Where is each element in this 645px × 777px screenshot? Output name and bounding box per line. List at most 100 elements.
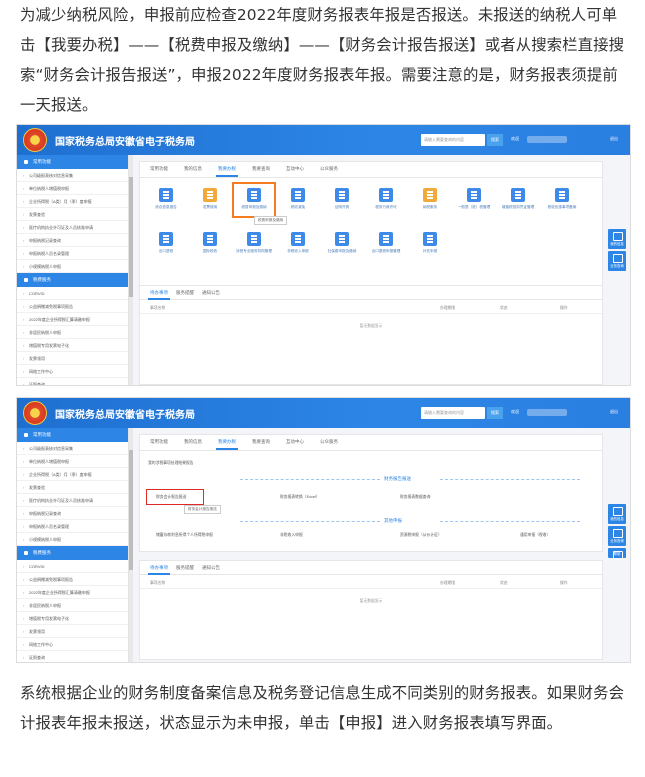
sidebar-item[interactable]: 发票领用 bbox=[17, 352, 128, 365]
icon-tax-service[interactable]: 纳税服务 bbox=[408, 188, 452, 210]
sidebar-item[interactable]: 非居民纳税人申报 bbox=[17, 599, 128, 612]
sidebar-item[interactable]: 公益捐赠减免税事项报告 bbox=[17, 573, 128, 586]
sidebar-scroll-thumb[interactable] bbox=[129, 177, 133, 297]
tab-common[interactable]: 常用功能 bbox=[150, 166, 168, 172]
tab-todo[interactable]: 待办事项 bbox=[148, 565, 170, 575]
sidebar-section-common[interactable]: 常用功能 bbox=[17, 428, 128, 442]
tab-my-info[interactable]: 我的信息 bbox=[184, 439, 202, 445]
link-resource-tax[interactable]: 资源税申报（从价计征） bbox=[400, 533, 442, 538]
search-input[interactable]: 请输入需要查询的内容 bbox=[421, 407, 485, 419]
sidebar-item[interactable]: 单位纳税人增值税申报 bbox=[17, 455, 128, 468]
link-nontax-revenue[interactable]: 非税收入申报 bbox=[280, 533, 303, 538]
sidebar-item[interactable]: 2022年度企业所得税汇算清缴申报 bbox=[17, 313, 128, 326]
sidebar-item[interactable]: 公司级报表核对信息采集 bbox=[17, 169, 128, 182]
link-financial-report-convert[interactable]: 财务报表转换（Excel） bbox=[280, 495, 320, 500]
tab-query[interactable]: 我要查询 bbox=[252, 439, 270, 445]
sidebar-item[interactable]: 申报纳税记录查询 bbox=[17, 507, 128, 520]
sidebar-item[interactable]: 网络工作中心 bbox=[17, 365, 128, 378]
sidebar-item[interactable]: CORVID bbox=[17, 560, 128, 573]
icon-refund-mgmt[interactable]: 一般退（抵）税管理 bbox=[452, 188, 496, 210]
icon-social-insurance[interactable]: 社保费申报及缴纳 bbox=[320, 232, 364, 254]
main-tabs: 常用功能 我的信息 我要办税 我要查询 互动中心 公众服务 bbox=[140, 435, 602, 451]
agency-icon bbox=[247, 232, 261, 246]
tab-reminders[interactable]: 服务提醒 bbox=[176, 290, 194, 296]
sidebar-item[interactable]: 证照查询 bbox=[17, 651, 128, 662]
icon-supplementary-filing[interactable]: 补充申报 bbox=[408, 232, 452, 254]
sidebar-section-services[interactable]: 税费服务 bbox=[17, 273, 128, 287]
float-button-query[interactable]: 业务查询 bbox=[608, 526, 626, 546]
float-button-myinfo[interactable]: 我的信息 bbox=[608, 504, 626, 524]
sidebar-item[interactable]: 申报纳税人员名录管理 bbox=[17, 520, 128, 533]
username-blurred bbox=[527, 409, 567, 416]
logout-link[interactable]: 退出 bbox=[610, 409, 618, 415]
tab-query[interactable]: 我要查询 bbox=[252, 166, 270, 172]
tab-interaction[interactable]: 互动中心 bbox=[286, 439, 304, 445]
sidebar-item[interactable]: 增值税专用发票电子化 bbox=[17, 612, 128, 625]
todo-panel: 待办事项 服务提醒 通知公告 事项名称 办理期限 状态 操作 暂无数据显示 bbox=[139, 560, 603, 660]
float-button-help[interactable]: 帮助 bbox=[608, 548, 626, 560]
sidebar-item[interactable]: 非居民纳税人申报 bbox=[17, 326, 128, 339]
tax-emblem-icon bbox=[23, 401, 47, 425]
sidebar-item[interactable]: 发票查验 bbox=[17, 208, 128, 221]
sidebar-item[interactable]: 医疗机构执业许可证及人员核准申请 bbox=[17, 221, 128, 234]
icon-tax-relief[interactable]: 税收减免 bbox=[276, 188, 320, 210]
sidebar-item[interactable]: 申报纳税记录查询 bbox=[17, 234, 128, 247]
sidebar-item[interactable]: 企业所得税（A类）月（季）度申报 bbox=[17, 468, 128, 481]
header-banner: 国家税务总局安徽省电子税务局 请输入需要查询的内容 搜索 欢迎 退出 bbox=[17, 125, 630, 155]
search-input[interactable]: 请输入需要查询的内容 bbox=[421, 134, 485, 146]
link-financial-report-query[interactable]: 财务报表数据查询 bbox=[400, 495, 430, 500]
divider bbox=[240, 479, 380, 480]
section-other-filing: 其他申报 bbox=[384, 518, 402, 523]
icon-international-tax[interactable]: 国际税收 bbox=[188, 232, 232, 254]
sidebar-item[interactable]: 2022年度企业所得税汇算清缴申报 bbox=[17, 586, 128, 599]
sidebar-item[interactable]: 发票查验 bbox=[17, 481, 128, 494]
tab-public[interactable]: 公众服务 bbox=[320, 166, 338, 172]
tax-portal-screenshot-1: 国家税务总局安徽省电子税务局 请输入需要查询的内容 搜索 欢迎 退出 常用功能 … bbox=[16, 124, 631, 386]
search-button[interactable]: 搜索 bbox=[487, 407, 503, 419]
icon-export-refund[interactable]: 出口退税 bbox=[144, 232, 188, 254]
breadcrumb: 我的涉税事项处理结果报告 bbox=[148, 461, 194, 465]
sidebar-item[interactable]: 公益捐赠减免税事项报告 bbox=[17, 300, 128, 313]
sidebar-scroll-thumb[interactable] bbox=[129, 450, 133, 570]
sidebar-item[interactable]: 小规模纳税人申报 bbox=[17, 533, 128, 546]
link-general-filing[interactable]: 通用申报（税收） bbox=[520, 533, 550, 538]
sidebar-item[interactable]: CORVID bbox=[17, 287, 128, 300]
sidebar-item[interactable]: 医疗机构执业许可证及人员核准申请 bbox=[17, 494, 128, 507]
sidebar-item[interactable]: 申报纳税人员名录管理 bbox=[17, 247, 128, 260]
logout-link[interactable]: 退出 bbox=[610, 136, 618, 142]
sidebar-item[interactable]: 企业所得税（A类）月（季）度申报 bbox=[17, 195, 128, 208]
float-button-myinfo[interactable]: 我的信息 bbox=[608, 229, 626, 249]
icon-nontax-revenue[interactable]: 非税收入申报 bbox=[276, 232, 320, 254]
sidebar-item[interactable]: 公司级报表核对信息采集 bbox=[17, 442, 128, 455]
icon-vat-deduction[interactable]: 增值税抵扣凭证管理 bbox=[496, 188, 540, 210]
link-interest-income-tax[interactable]: 储蓄存款利息所得个人所得税申报 bbox=[156, 533, 213, 538]
sidebar-section-services[interactable]: 税费服务 bbox=[17, 546, 128, 560]
tab-todo[interactable]: 待办事项 bbox=[148, 290, 170, 300]
header-banner: 国家税务总局安徽省电子税务局 请输入需要查询的内容 搜索 欢迎 退出 bbox=[17, 398, 630, 428]
icon-comprehensive-info[interactable]: 综合信息报告 bbox=[144, 188, 188, 210]
icon-preference-filing[interactable]: 税收优惠事项备案 bbox=[540, 188, 584, 210]
tab-common[interactable]: 常用功能 bbox=[150, 439, 168, 445]
sidebar-item[interactable]: 单位纳税人增值税申报 bbox=[17, 182, 128, 195]
icon-invoice-use[interactable]: 发票使用 bbox=[188, 188, 232, 210]
tab-reminders[interactable]: 服务提醒 bbox=[176, 565, 194, 571]
sidebar-section-common[interactable]: 常用功能 bbox=[17, 155, 128, 169]
icon-export-refund-mgmt[interactable]: 出口退税申报管理 bbox=[364, 232, 408, 254]
tab-notices[interactable]: 通知公告 bbox=[202, 290, 220, 296]
float-button-query[interactable]: 业务查询 bbox=[608, 251, 626, 271]
icon-admin-permit[interactable]: 税务行政许可 bbox=[364, 188, 408, 210]
sidebar-item[interactable]: 证照查询 bbox=[17, 378, 128, 385]
tab-interaction[interactable]: 互动中心 bbox=[286, 166, 304, 172]
icon-agency-mgmt[interactable]: 涉税专业服务机构管理 bbox=[232, 232, 276, 254]
sidebar-item[interactable]: 网络工作中心 bbox=[17, 638, 128, 651]
tab-notices[interactable]: 通知公告 bbox=[202, 565, 220, 571]
sidebar-item[interactable]: 发票领用 bbox=[17, 625, 128, 638]
sidebar-item[interactable]: 小规模纳税人申报 bbox=[17, 260, 128, 273]
search-button[interactable]: 搜索 bbox=[487, 134, 503, 146]
tab-tax-handling[interactable]: 我要办税 bbox=[216, 439, 238, 450]
tab-public[interactable]: 公众服务 bbox=[320, 439, 338, 445]
sidebar-item[interactable]: 增值税专用发票电子化 bbox=[17, 339, 128, 352]
icon-certificate[interactable]: 证明开具 bbox=[320, 188, 364, 210]
tab-my-info[interactable]: 我的信息 bbox=[184, 166, 202, 172]
tab-tax-handling[interactable]: 我要办税 bbox=[216, 166, 238, 177]
